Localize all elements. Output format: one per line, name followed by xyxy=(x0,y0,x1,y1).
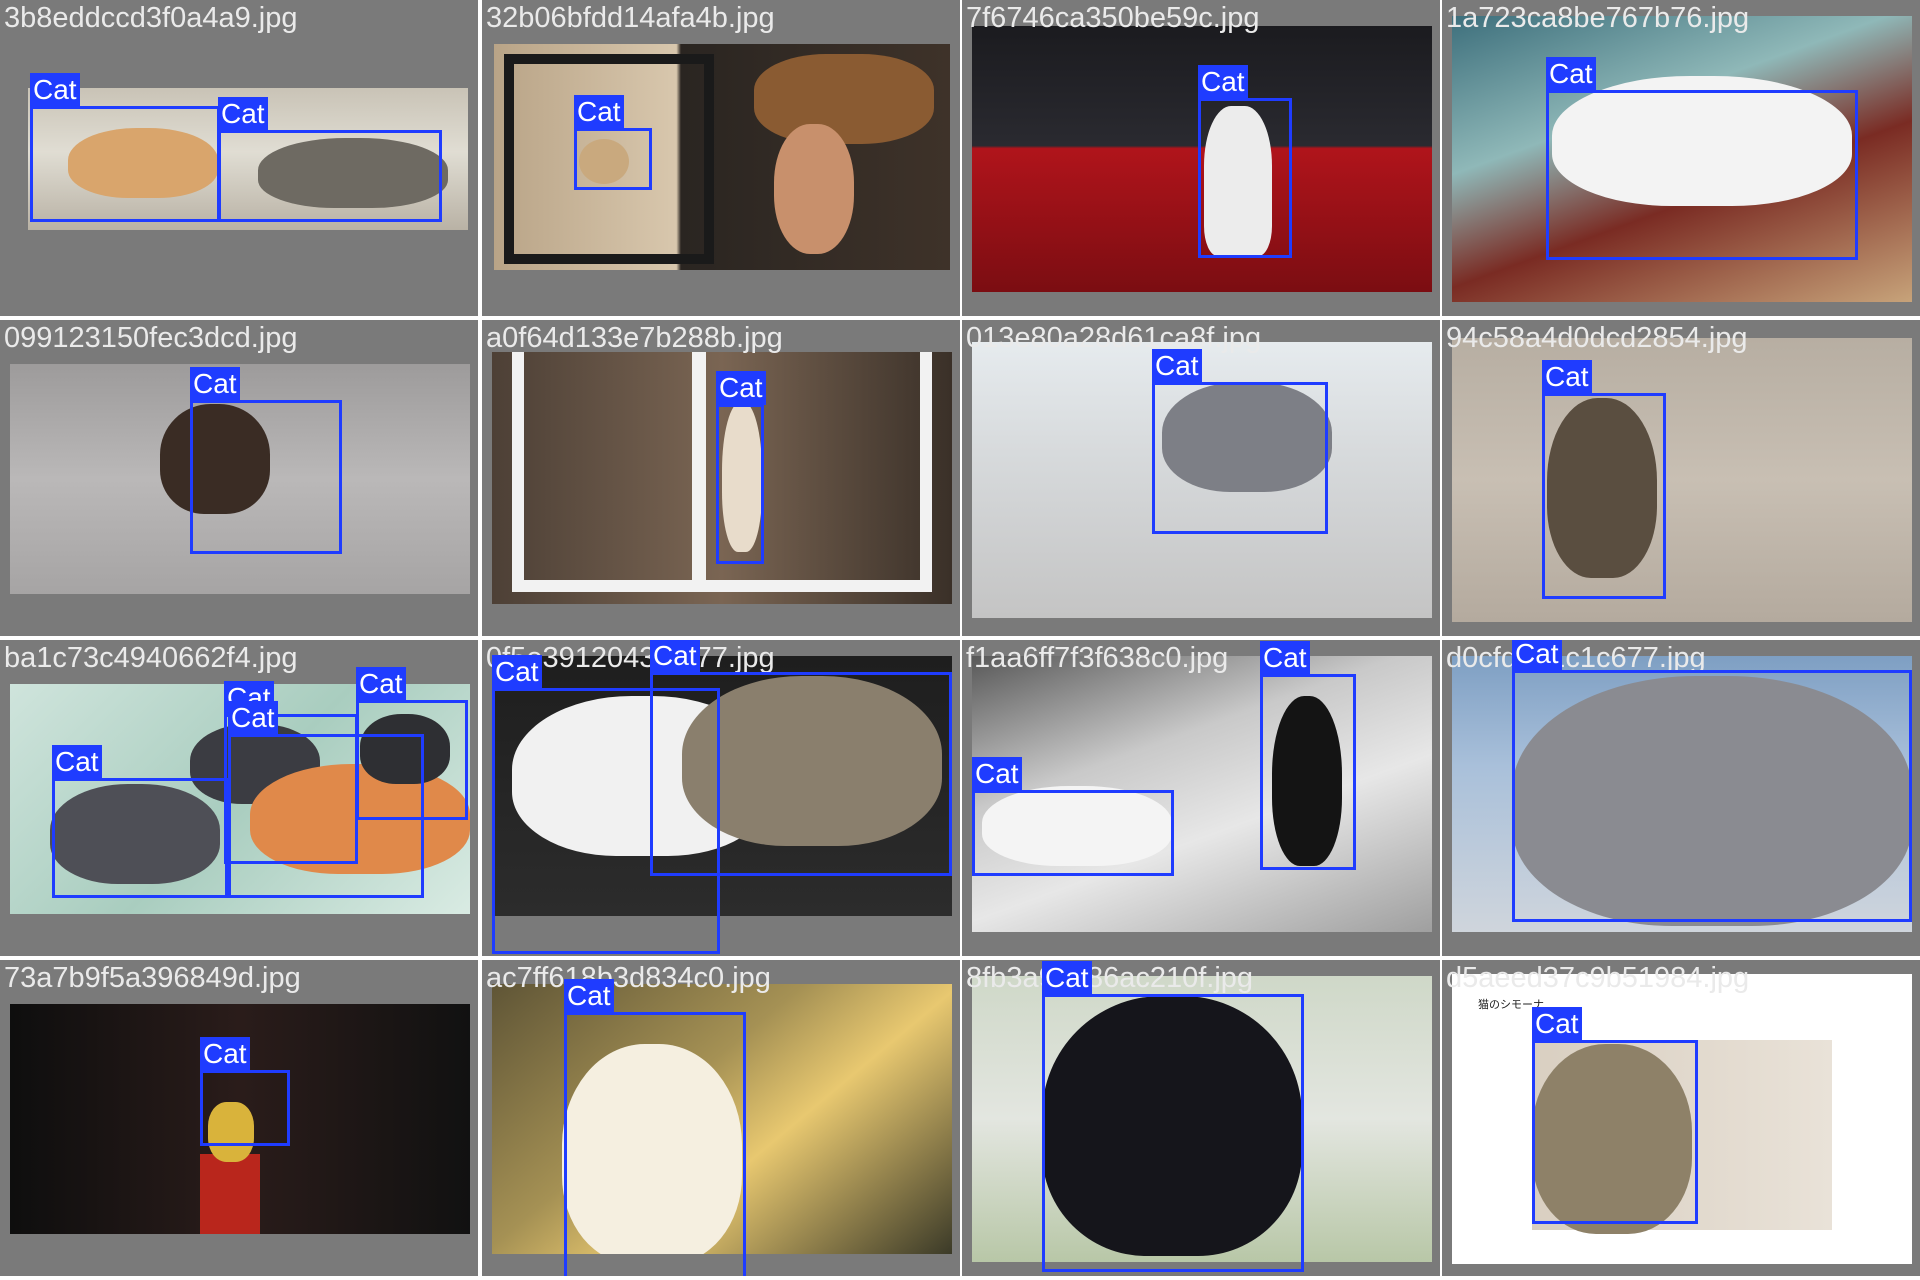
detection-box: Cat xyxy=(1546,57,1858,260)
result-cell: 94c58a4d0dcd2854.jpg Cat xyxy=(1442,320,1920,636)
detection-label: Cat xyxy=(190,367,240,401)
filename-label: 7f6746ca350be59c.jpg xyxy=(966,2,1260,34)
detection-label: Cat xyxy=(1512,640,1562,671)
filename-label: 013e80a28d61ca8f.jpg xyxy=(966,322,1262,354)
filename-label: f1aa6ff7f3f638c0.jpg xyxy=(966,642,1229,674)
barrel xyxy=(754,54,934,144)
filename-label: 32b06bfdd14afa4b.jpg xyxy=(486,2,775,34)
detection-label: Cat xyxy=(650,640,700,673)
detection-box: Cat xyxy=(1512,640,1912,922)
detection-label: Cat xyxy=(218,97,268,131)
detection-label: Cat xyxy=(228,701,278,735)
detection-label: Cat xyxy=(1198,65,1248,99)
filename-label: 8fb3a98586ac210f.jpg xyxy=(966,962,1254,994)
detection-box: Cat xyxy=(1260,641,1356,870)
filename-label: 099123150fec3dcd.jpg xyxy=(4,322,298,354)
detection-box: Cat xyxy=(972,757,1174,876)
result-cell: 32b06bfdd14afa4b.jpg Cat xyxy=(482,0,960,316)
detection-box: Cat xyxy=(52,745,228,898)
result-cell: f1aa6ff7f3f638c0.jpg Cat Cat xyxy=(962,640,1440,956)
dog xyxy=(774,124,854,254)
result-cell: 73a7b9f5a396849d.jpg Cat xyxy=(0,960,478,1276)
detection-box: Cat xyxy=(356,667,468,820)
detection-label: Cat xyxy=(1546,57,1596,91)
detection-box: Cat xyxy=(1542,360,1666,599)
detection-label: Cat xyxy=(356,667,406,701)
photo-dog-and-barrels xyxy=(494,44,950,270)
result-cell: a0f64d133e7b288b.jpg Cat xyxy=(482,320,960,636)
detection-label: Cat xyxy=(1260,641,1310,675)
detection-label: Cat xyxy=(972,757,1022,791)
detection-box: Cat xyxy=(1532,1007,1698,1224)
result-cell: 猫のシモーナ d5aeed37c9b51984.jpg Cat xyxy=(1442,960,1920,1276)
result-cell: 7f6746ca350be59c.jpg Cat xyxy=(962,0,1440,316)
detection-label: Cat xyxy=(30,73,80,107)
detection-label: Cat xyxy=(200,1037,250,1071)
result-cell: 3b8eddccd3f0a4a9.jpg Cat Cat xyxy=(0,0,478,316)
result-cell: 013e80a28d61ca8f.jpg Cat xyxy=(962,320,1440,636)
detection-box: Cat xyxy=(716,371,766,564)
detection-label: Cat xyxy=(1042,961,1092,995)
detection-label: Cat xyxy=(1532,1007,1582,1041)
filename-label: a0f64d133e7b288b.jpg xyxy=(486,322,783,354)
window-mullion xyxy=(692,352,706,592)
photo-tabby-on-sand xyxy=(1452,338,1912,622)
detection-label: Cat xyxy=(492,655,542,689)
detection-box: Cat xyxy=(218,97,442,222)
detection-label: Cat xyxy=(564,979,614,1013)
result-cell: 099123150fec3dcd.jpg Cat xyxy=(0,320,478,636)
filename-label: ba1c73c4940662f4.jpg xyxy=(4,642,298,674)
filename-label: 1a723ca8be767b76.jpg xyxy=(1446,2,1750,34)
result-cell: ba1c73c4940662f4.jpg Cat Cat Cat Cat xyxy=(0,640,478,956)
detection-label: Cat xyxy=(52,745,102,779)
detection-label: Cat xyxy=(1542,360,1592,394)
detection-box: Cat xyxy=(650,640,952,876)
filename-label: ac7ff618b3d834c0.jpg xyxy=(486,962,771,994)
pedestal xyxy=(200,1154,260,1234)
filename-label: 94c58a4d0dcd2854.jpg xyxy=(1446,322,1748,354)
detection-results-grid: 3b8eddccd3f0a4a9.jpg Cat Cat 32b06bfdd14afa… xyxy=(0,0,1920,1280)
detection-label: Cat xyxy=(574,95,624,129)
detection-box: Cat xyxy=(1198,65,1292,258)
result-cell: 8fb3a98586ac210f.jpg Cat xyxy=(962,960,1440,1276)
detection-box: Cat xyxy=(200,1037,290,1146)
filename-label: 73a7b9f5a396849d.jpg xyxy=(4,962,301,994)
detection-box: Cat xyxy=(30,73,220,222)
result-cell: 0f5e3912043f3077.jpg Cat Cat xyxy=(482,640,960,956)
detection-box: Cat xyxy=(1152,349,1328,534)
detection-label: Cat xyxy=(1152,349,1202,383)
detection-box: Cat xyxy=(564,979,746,1276)
filename-label: d5aeed37c9b51984.jpg xyxy=(1446,962,1750,994)
detection-label: Cat xyxy=(716,371,766,405)
result-cell: d0cfd3d1c1c677.jpg Cat xyxy=(1442,640,1920,956)
detection-box: Cat xyxy=(574,95,652,190)
filename-label: 3b8eddccd3f0a4a9.jpg xyxy=(4,2,298,34)
result-cell: ac7ff618b3d834c0.jpg Cat xyxy=(482,960,960,1276)
result-cell: 1a723ca8be767b76.jpg Cat xyxy=(1442,0,1920,316)
detection-box: Cat xyxy=(1042,961,1304,1272)
detection-box: Cat xyxy=(190,367,342,554)
